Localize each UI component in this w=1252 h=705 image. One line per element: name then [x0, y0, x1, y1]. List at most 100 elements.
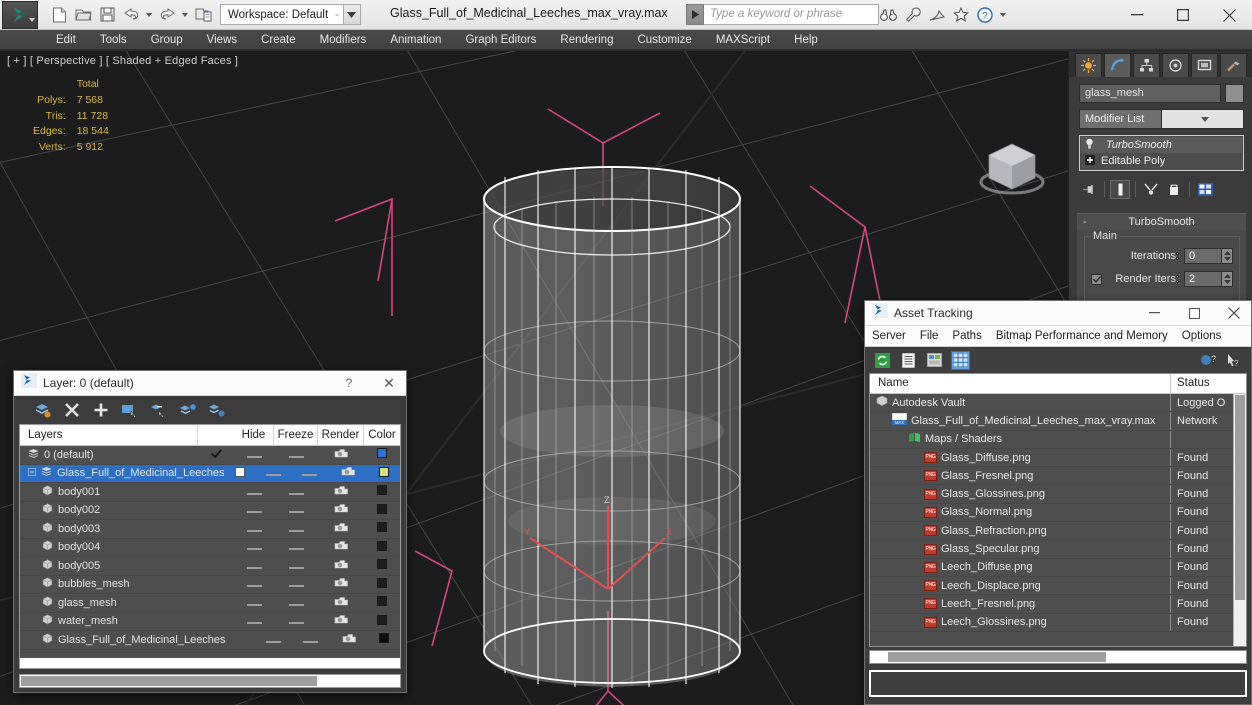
- menu-item-graph-editors[interactable]: Graph Editors: [453, 30, 548, 50]
- layer-row-name-cell[interactable]: body004: [20, 540, 198, 554]
- layer-freeze-cell[interactable]: [274, 560, 318, 572]
- render-iters-checkbox[interactable]: [1091, 273, 1102, 285]
- layer-hide-cell[interactable]: [234, 523, 274, 535]
- layer-row[interactable]: glass_mesh: [20, 594, 400, 613]
- layer-hide-cell[interactable]: [234, 486, 274, 498]
- layer-render-cell[interactable]: [318, 596, 364, 610]
- menu-item-rendering[interactable]: Rendering: [548, 30, 625, 50]
- configure-modifier-sets-icon[interactable]: [1195, 180, 1215, 199]
- layer-color-cell[interactable]: [364, 559, 400, 572]
- help-dropdown-caret[interactable]: [1000, 12, 1006, 17]
- menu-item-animation[interactable]: Animation: [378, 30, 453, 50]
- layer-color-cell[interactable]: [364, 577, 400, 591]
- asset-menu-file[interactable]: File: [913, 326, 946, 346]
- menu-item-maxscript[interactable]: MAXScript: [704, 30, 782, 50]
- plus-box-icon[interactable]: [1085, 154, 1095, 168]
- layer-freeze-cell[interactable]: [274, 597, 318, 609]
- layer-color-cell[interactable]: [364, 614, 400, 628]
- project-folder-icon[interactable]: [192, 4, 214, 26]
- layer-hide-cell[interactable]: [257, 634, 292, 646]
- asset-row[interactable]: MAX Glass_Full_of_Medicinal_Leeches_max_v…: [870, 412, 1246, 431]
- layer-current-cell[interactable]: [225, 466, 256, 480]
- save-file-icon[interactable]: [96, 4, 118, 26]
- modifier-stack[interactable]: TurboSmooth Editable Poly: [1079, 135, 1244, 171]
- grid-view-icon[interactable]: [951, 350, 970, 370]
- tab-modify[interactable]: [1104, 53, 1131, 77]
- thumbnail-view-icon[interactable]: [925, 351, 944, 370]
- menu-item-views[interactable]: Views: [195, 30, 249, 50]
- render-iters-spinner-arrows[interactable]: [1222, 271, 1233, 287]
- layer-render-cell[interactable]: [318, 540, 364, 554]
- make-unique-icon[interactable]: [1141, 180, 1161, 199]
- asset-row-list[interactable]: Autodesk Vault Logged O MAX Glass_Full_of_M…: [870, 394, 1246, 632]
- asset-row[interactable]: PNG Glass_Glossines.png Found: [870, 485, 1246, 504]
- layer-freeze-cell[interactable]: [274, 504, 318, 516]
- asset-menu-server[interactable]: Server: [865, 326, 913, 346]
- layer-color-swatch[interactable]: [377, 596, 387, 607]
- menu-item-edit[interactable]: Edit: [44, 30, 88, 50]
- layer-hide-cell[interactable]: [234, 449, 274, 461]
- open-file-icon[interactable]: [72, 4, 94, 26]
- menu-item-customize[interactable]: Customize: [625, 30, 703, 50]
- layer-hide-cell[interactable]: [234, 560, 274, 572]
- layer-properties-icon[interactable]: [208, 401, 226, 419]
- layer-row-name-cell[interactable]: glass_mesh: [20, 596, 198, 610]
- layer-dialog-close-button[interactable]: ✕: [372, 371, 406, 395]
- layer-dialog[interactable]: Layer: 0 (default) ? ✕ Layers Hide Freez…: [13, 370, 407, 693]
- tab-hierarchy[interactable]: [1133, 53, 1160, 77]
- asset-name-cell[interactable]: PNG Leech_Displace.png: [870, 576, 1171, 595]
- asset-name-cell[interactable]: PNG Leech_Glossines.png: [870, 613, 1171, 631]
- wrench-icon[interactable]: [902, 4, 923, 25]
- layer-render-cell[interactable]: [318, 577, 364, 591]
- layer-color-swatch[interactable]: [377, 522, 387, 533]
- layer-dialog-help-button[interactable]: ?: [332, 371, 366, 395]
- layer-color-cell[interactable]: [364, 485, 400, 498]
- layer-color-swatch[interactable]: [377, 577, 387, 588]
- asset-name-cell[interactable]: PNG Glass_Glossines.png: [870, 485, 1171, 503]
- asset-row[interactable]: PNG Glass_Specular.png Found: [870, 540, 1246, 559]
- layer-list[interactable]: 0 (default) Glass_Full_of_Medicinal_Leech…: [20, 446, 400, 658]
- layer-render-cell[interactable]: [318, 559, 364, 573]
- layer-render-cell[interactable]: [318, 614, 364, 628]
- layer-row-name-cell[interactable]: 0 (default): [20, 448, 198, 462]
- layer-row-name-cell[interactable]: water_mesh: [20, 614, 198, 628]
- layer-row[interactable]: body003: [20, 520, 400, 539]
- asset-row[interactable]: Autodesk Vault Logged O: [870, 394, 1246, 413]
- layer-row-name-cell[interactable]: body002: [20, 503, 198, 517]
- layer-render-cell[interactable]: [329, 466, 369, 480]
- layer-color-swatch[interactable]: [377, 614, 387, 625]
- layer-row[interactable]: body005: [20, 557, 400, 576]
- asset-hscrollbar-thumb[interactable]: [888, 652, 1107, 662]
- show-end-result-icon[interactable]: [1110, 180, 1130, 199]
- asset-row[interactable]: PNG Leech_Displace.png Found: [870, 576, 1246, 596]
- redo-icon[interactable]: [156, 4, 178, 26]
- iterations-value[interactable]: 0: [1184, 248, 1222, 264]
- layer-color-cell[interactable]: [364, 540, 400, 554]
- menu-item-modifiers[interactable]: Modifiers: [308, 30, 379, 50]
- context-help-icon[interactable]: ?: [1224, 351, 1243, 370]
- layer-color-swatch[interactable]: [377, 540, 387, 551]
- object-name-field[interactable]: glass_mesh: [1079, 84, 1221, 103]
- layer-freeze-cell[interactable]: [274, 615, 318, 627]
- asset-row[interactable]: PNG Glass_Refraction.png Found: [870, 522, 1246, 541]
- layer-freeze-cell[interactable]: [274, 541, 318, 553]
- viewport-label[interactable]: [ + ] [ Perspective ] [ Shaded + Edged F…: [7, 55, 238, 67]
- layer-freeze-cell[interactable]: [274, 486, 318, 498]
- asset-tracking-dialog[interactable]: Asset Tracking Server File Paths Bitmap …: [864, 300, 1252, 705]
- layer-color-swatch[interactable]: [377, 485, 387, 496]
- tab-display[interactable]: [1191, 53, 1218, 77]
- render-iters-value[interactable]: 2: [1184, 271, 1222, 287]
- layer-color-swatch[interactable]: [379, 633, 390, 644]
- iterations-spinner[interactable]: 0: [1184, 248, 1233, 264]
- layer-freeze-cell[interactable]: [274, 578, 318, 590]
- layer-hide-cell[interactable]: [234, 504, 274, 516]
- layer-row[interactable]: Glass_Full_of_Medicinal_Leeches: [20, 631, 400, 650]
- layer-row[interactable]: body002: [20, 502, 400, 520]
- asset-row[interactable]: PNG Glass_Fresnel.png Found: [870, 467, 1246, 486]
- binoculars-icon[interactable]: [878, 4, 899, 25]
- layer-row[interactable]: bubbles_mesh: [20, 576, 400, 594]
- asset-name-cell[interactable]: Autodesk Vault: [870, 394, 1171, 412]
- layer-color-cell[interactable]: [364, 503, 400, 517]
- minimize-button[interactable]: [1114, 0, 1160, 30]
- menu-item-create[interactable]: Create: [249, 30, 308, 50]
